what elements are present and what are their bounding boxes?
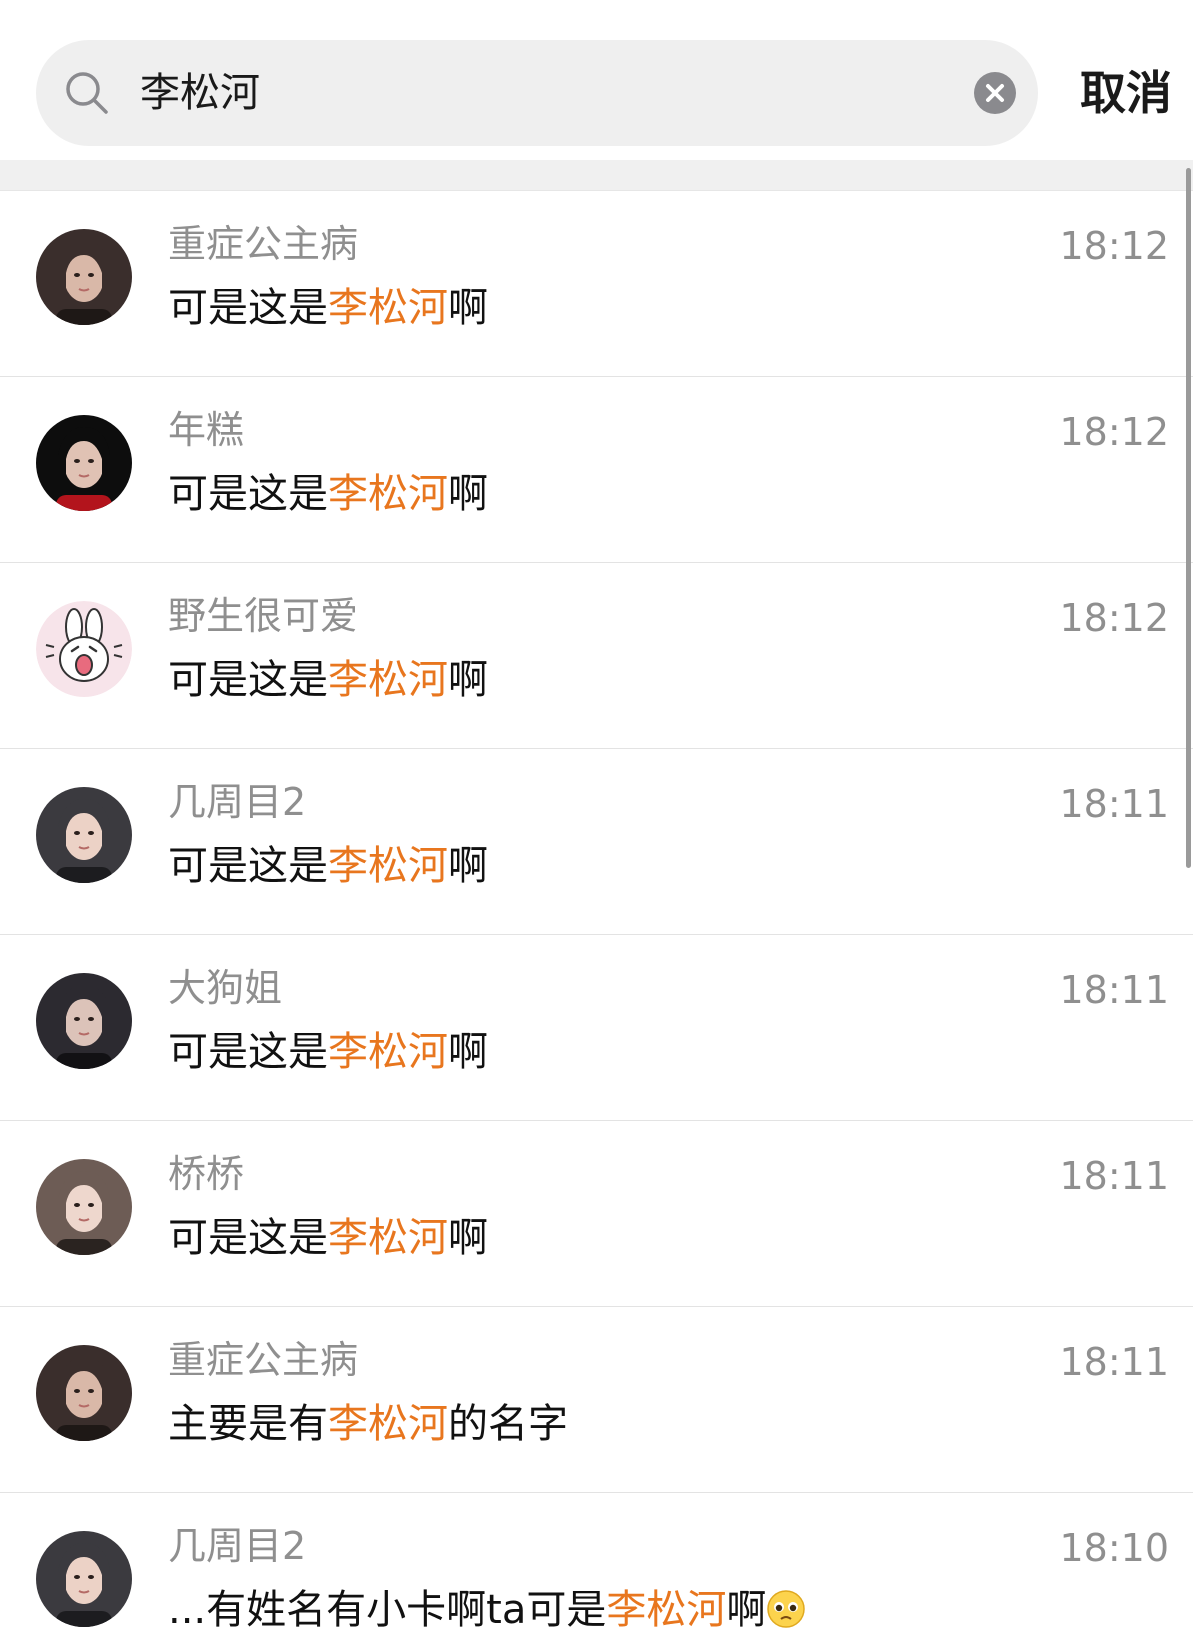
message-snippet: 可是这是李松河啊	[168, 1211, 488, 1265]
message-text-after: 啊	[448, 843, 488, 889]
message-text-before: 可是这是	[168, 1215, 328, 1261]
sender-name: 桥桥	[168, 1152, 245, 1196]
message-text-before: ...有姓名有小卡啊ta可是	[168, 1587, 607, 1633]
search-result-row[interactable]: 重症公主病 18:12 可是这是李松河啊	[0, 191, 1193, 377]
message-snippet: 可是这是李松河啊	[168, 653, 488, 707]
avatar[interactable]	[36, 1345, 132, 1441]
search-icon	[64, 70, 110, 116]
message-text-before: 可是这是	[168, 471, 328, 517]
cancel-button[interactable]: 取消	[1080, 62, 1172, 124]
avatar[interactable]	[36, 229, 132, 325]
chat-search-screen: 李松河 取消 重症公主病 18:12 可是这是李松河啊 年糕 18:12 可是这是李松河啊…	[0, 0, 1193, 1643]
message-text-before: 主要是有	[168, 1401, 328, 1447]
message-snippet: 主要是有李松河的名字	[168, 1397, 568, 1451]
message-time: 18:10	[1059, 1526, 1169, 1570]
message-text-after: 啊	[448, 657, 488, 703]
close-icon	[986, 84, 1004, 102]
search-result-row[interactable]: 重症公主病 18:11 主要是有李松河的名字	[0, 1307, 1193, 1493]
avatar[interactable]	[36, 415, 132, 511]
avatar[interactable]	[36, 1159, 132, 1255]
sender-name: 重症公主病	[168, 1338, 359, 1382]
matched-keyword: 李松河	[328, 657, 448, 703]
message-text-after: 啊	[448, 1215, 488, 1261]
matched-keyword: 李松河	[606, 1587, 727, 1633]
message-snippet: 可是这是李松河啊	[168, 1025, 488, 1079]
sender-name: 大狗姐	[168, 966, 283, 1010]
search-results-list: 重症公主病 18:12 可是这是李松河啊 年糕 18:12 可是这是李松河啊 野生很可爱 18…	[0, 191, 1193, 1643]
message-snippet: 可是这是李松河啊	[168, 281, 488, 335]
matched-keyword: 李松河	[328, 1029, 448, 1075]
sender-name: 野生很可爱	[168, 594, 359, 638]
search-query[interactable]: 李松河	[140, 66, 260, 120]
message-snippet: 可是这是李松河啊	[168, 467, 488, 521]
matched-keyword: 李松河	[328, 843, 448, 889]
message-time: 18:11	[1059, 968, 1169, 1012]
matched-keyword: 李松河	[328, 1401, 448, 1447]
message-text-after: 的名字	[448, 1401, 568, 1447]
scrollbar[interactable]	[1186, 168, 1191, 868]
message-snippet: 可是这是李松河啊	[168, 839, 488, 893]
search-result-row[interactable]: 几周目2 18:10 ...有姓名有小卡啊ta可是李松河啊	[0, 1493, 1193, 1643]
matched-keyword: 李松河	[328, 1215, 448, 1261]
search-result-row[interactable]: 大狗姐 18:11 可是这是李松河啊	[0, 935, 1193, 1121]
message-text-after: 啊	[448, 285, 488, 331]
message-text-before: 可是这是	[168, 285, 328, 331]
search-result-row[interactable]: 年糕 18:12 可是这是李松河啊	[0, 377, 1193, 563]
message-text-before: 可是这是	[168, 843, 328, 889]
sender-name: 几周目2	[168, 780, 307, 824]
sender-name: 年糕	[168, 408, 245, 452]
search-result-row[interactable]: 野生很可爱 18:12 可是这是李松河啊	[0, 563, 1193, 749]
message-time: 18:11	[1059, 782, 1169, 826]
avatar[interactable]	[36, 787, 132, 883]
message-time: 18:12	[1059, 224, 1169, 268]
message-text-after: 啊	[448, 471, 488, 517]
message-text-after: 啊	[448, 1029, 488, 1075]
message-time: 18:12	[1059, 410, 1169, 454]
message-text-before: 可是这是	[168, 657, 328, 703]
message-text-before: 可是这是	[168, 1029, 328, 1075]
search-result-row[interactable]: 几周目2 18:11 可是这是李松河啊	[0, 749, 1193, 935]
matched-keyword: 李松河	[328, 471, 448, 517]
matched-keyword: 李松河	[328, 285, 448, 331]
avatar[interactable]	[36, 601, 132, 697]
message-time: 18:11	[1059, 1154, 1169, 1198]
pleading-face-emoji	[766, 1589, 806, 1629]
message-text-after: 啊	[726, 1587, 767, 1633]
message-time: 18:11	[1059, 1340, 1169, 1384]
avatar[interactable]	[36, 1531, 132, 1627]
sender-name: 几周目2	[168, 1524, 307, 1568]
divider	[0, 160, 1193, 191]
sender-name: 重症公主病	[168, 222, 359, 266]
search-header: 李松河 取消	[0, 0, 1193, 160]
search-result-row[interactable]: 桥桥 18:11 可是这是李松河啊	[0, 1121, 1193, 1307]
message-snippet: ...有姓名有小卡啊ta可是李松河啊	[168, 1583, 806, 1637]
clear-search-button[interactable]	[974, 72, 1016, 114]
avatar[interactable]	[36, 973, 132, 1069]
search-input[interactable]: 李松河	[36, 40, 1038, 146]
message-time: 18:12	[1059, 596, 1169, 640]
